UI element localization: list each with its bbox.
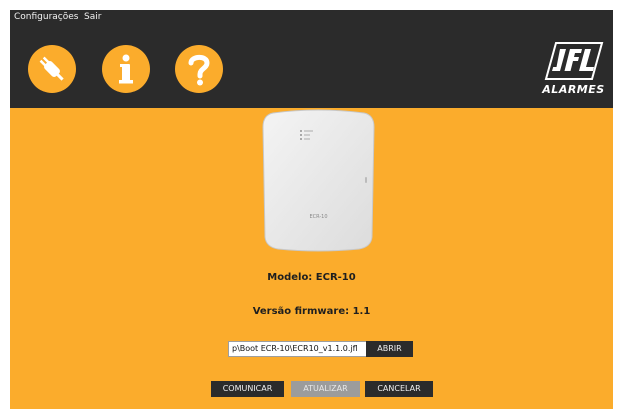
connection-icon[interactable] (28, 45, 76, 93)
firmware-file-path-input[interactable]: p\Boot ECR-10\ECR10_v1.1.0.jfl (228, 341, 371, 357)
jfl-logo: ALARMES (540, 39, 607, 97)
toolbar: ALARMES (10, 25, 613, 108)
menu-sair[interactable]: Sair (84, 12, 101, 23)
communicate-button[interactable]: COMUNICAR (211, 381, 284, 397)
menu-bar: Configurações Sair (10, 10, 613, 25)
info-icon[interactable] (102, 45, 150, 93)
firmware-text: Versão firmware: 1.1 (252, 306, 371, 317)
open-button[interactable]: ABRIR (366, 341, 413, 357)
menu-configuracoes[interactable]: Configurações (14, 12, 78, 23)
app-window: Configurações Sair ALARMES ECR-10 Modelo… (10, 10, 613, 409)
device-image: ECR-10 (261, 109, 376, 252)
device-model-label: ECR-10 (309, 214, 328, 220)
help-icon[interactable] (175, 45, 223, 93)
update-button[interactable]: ATUALIZAR (291, 381, 360, 397)
model-text: Modelo: ECR-10 (267, 272, 356, 283)
logo-text: ALARMES (542, 83, 605, 96)
cancel-button[interactable]: CANCELAR (365, 381, 433, 397)
